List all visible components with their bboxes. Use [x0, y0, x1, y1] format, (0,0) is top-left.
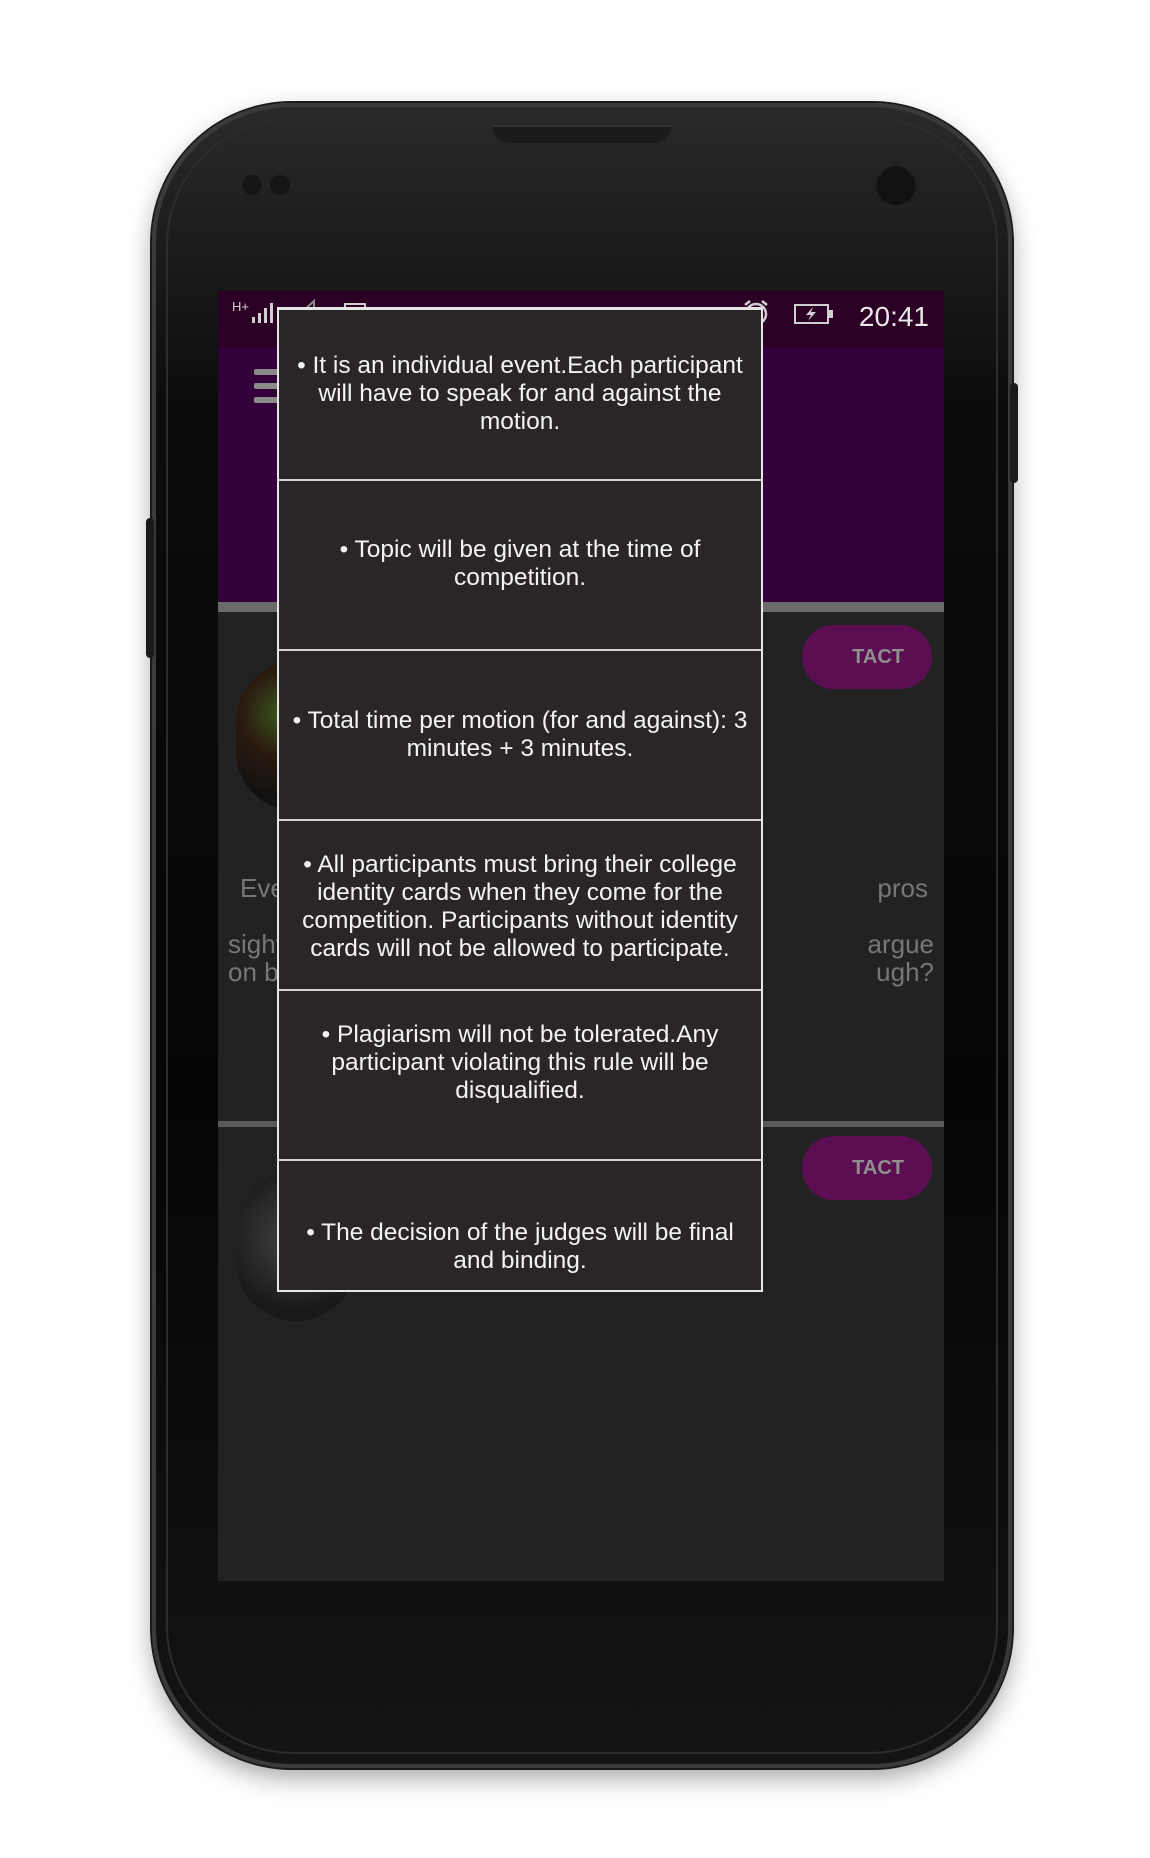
event-description-fragment: argue	[867, 929, 935, 959]
bullet: •	[297, 352, 306, 379]
bullet: •	[339, 536, 349, 563]
rule-item-3: • Total time per motion (for and against…	[279, 651, 761, 821]
power-button	[1010, 383, 1018, 483]
clock: 20:41	[858, 301, 929, 332]
rule-item-5: • Plagiarism will not be tolerated.Any p…	[279, 991, 761, 1161]
bullet: •	[292, 707, 302, 734]
rule-item-1: • It is an individual event.Each partici…	[279, 310, 761, 481]
front-camera	[875, 165, 917, 207]
bullet: •	[306, 1219, 315, 1246]
rule-text: • Total time per motion (for and against…	[292, 707, 748, 762]
screen: H+ 2 20:41	[218, 291, 944, 1581]
contact-button[interactable]: TACT	[802, 625, 932, 689]
signal-icon	[252, 303, 273, 323]
bullet: •	[303, 851, 312, 878]
event-description-fragment: ugh?	[876, 957, 934, 987]
rule-text: • Plagiarism will not be tolerated.Any p…	[321, 1021, 719, 1104]
battery-charging-icon	[794, 304, 833, 324]
proximity-sensors	[242, 175, 312, 197]
rule-item-4: • All participants must bring their coll…	[279, 821, 761, 991]
earpiece-speaker	[492, 125, 672, 143]
volume-button	[146, 518, 154, 658]
rule-item-6: • The decision of the judges will be fin…	[279, 1161, 761, 1290]
event-description-fragment: sight	[228, 929, 283, 959]
rule-text: • All participants must bring their coll…	[302, 851, 738, 962]
rule-text: • The decision of the judges will be fin…	[306, 1219, 734, 1274]
bullet: •	[321, 1021, 331, 1048]
rules-dialog[interactable]: • It is an individual event.Each partici…	[277, 307, 763, 1292]
network-type-label: H+	[232, 299, 249, 314]
rule-text: • Topic will be given at the time of com…	[339, 536, 701, 591]
event-description-fragment: pros	[877, 873, 928, 903]
rule-text: • It is an individual event.Each partici…	[297, 352, 743, 435]
contact-button[interactable]: TACT	[802, 1136, 932, 1200]
rule-item-2: • Topic will be given at the time of com…	[279, 481, 761, 651]
